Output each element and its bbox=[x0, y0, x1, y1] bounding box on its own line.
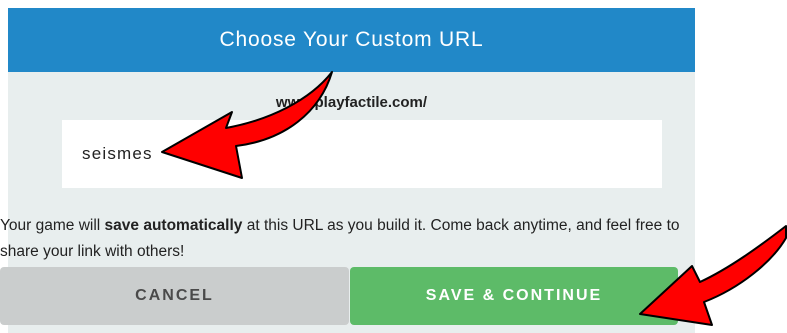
info-text: Your game will save automatically at thi… bbox=[0, 213, 700, 265]
info-text-bold: save automatically bbox=[104, 217, 243, 234]
custom-url-dialog: Choose Your Custom URL www.playfactile.c… bbox=[0, 8, 695, 333]
info-text-start: Your game will bbox=[0, 217, 105, 234]
custom-url-input[interactable] bbox=[62, 120, 662, 188]
dialog-title: Choose Your Custom URL bbox=[219, 28, 484, 51]
save-continue-button[interactable]: SAVE & CONTINUE bbox=[350, 267, 678, 325]
cancel-button[interactable]: CANCEL bbox=[0, 267, 349, 325]
url-prefix-label: www.playfactile.com/ bbox=[275, 94, 428, 111]
dialog-header: Choose Your Custom URL bbox=[8, 8, 695, 72]
